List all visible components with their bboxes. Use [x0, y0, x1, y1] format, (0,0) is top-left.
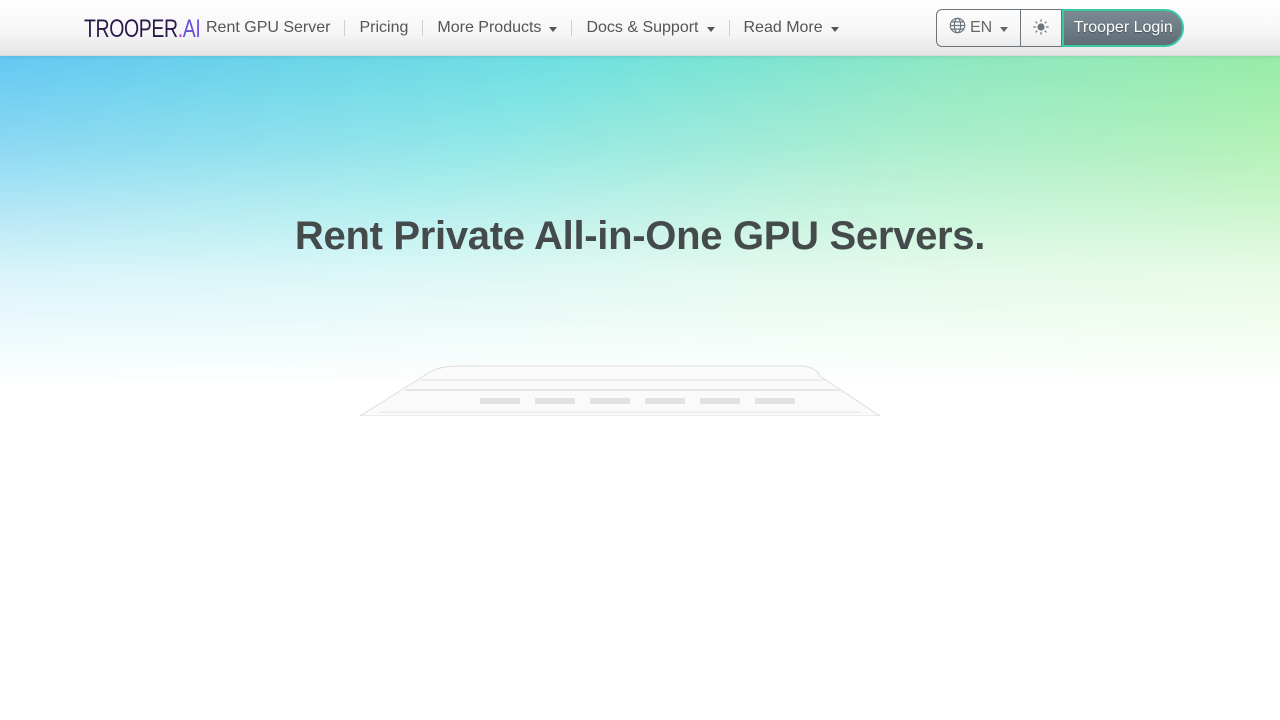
trooper-login-button[interactable]: Trooper Login [1062, 9, 1185, 47]
hero-section: Rent Private All-in-One GPU Servers. [0, 56, 1280, 416]
nav-actions: EN Trooper Login [936, 9, 1185, 47]
nav-pricing[interactable]: Pricing [345, 0, 422, 56]
nav-pricing-label: Pricing [359, 19, 409, 36]
language-selector[interactable]: EN [936, 9, 1021, 47]
brand-logo-text: TROOPER [84, 15, 178, 43]
brand-logo[interactable]: TROOPER. A I [84, 15, 201, 43]
nav-more-products-label: More Products [437, 19, 542, 36]
globe-icon [949, 17, 966, 39]
caret-down-icon [1000, 26, 1009, 32]
theme-toggle-button[interactable] [1020, 9, 1063, 47]
nav-docs-support-dropdown[interactable]: Docs & Support [572, 0, 728, 56]
language-selected: EN [970, 19, 993, 36]
nav-more-products-dropdown[interactable]: More Products [423, 0, 571, 56]
login-label: Trooper Login [1073, 19, 1173, 36]
nav-rent-gpu-server-label: Rent GPU Server [206, 19, 331, 36]
nav-read-more-dropdown[interactable]: Read More [730, 0, 853, 56]
nav-rent-gpu-server[interactable]: Rent GPU Server [192, 0, 344, 56]
nav-read-more-label: Read More [743, 19, 823, 36]
caret-down-icon [830, 26, 839, 32]
caret-down-icon [549, 26, 558, 32]
nav-docs-support-label: Docs & Support [586, 19, 699, 36]
nav-links: Rent GPU Server Pricing More Products Do… [192, 0, 853, 56]
gpu-server-image [360, 365, 880, 416]
sun-icon [1033, 18, 1050, 38]
hero-title: Rent Private All-in-One GPU Servers. [294, 214, 986, 258]
caret-down-icon [706, 26, 715, 32]
top-navbar: TROOPER. A I Rent GPU Server Pricing More … [0, 0, 1280, 56]
